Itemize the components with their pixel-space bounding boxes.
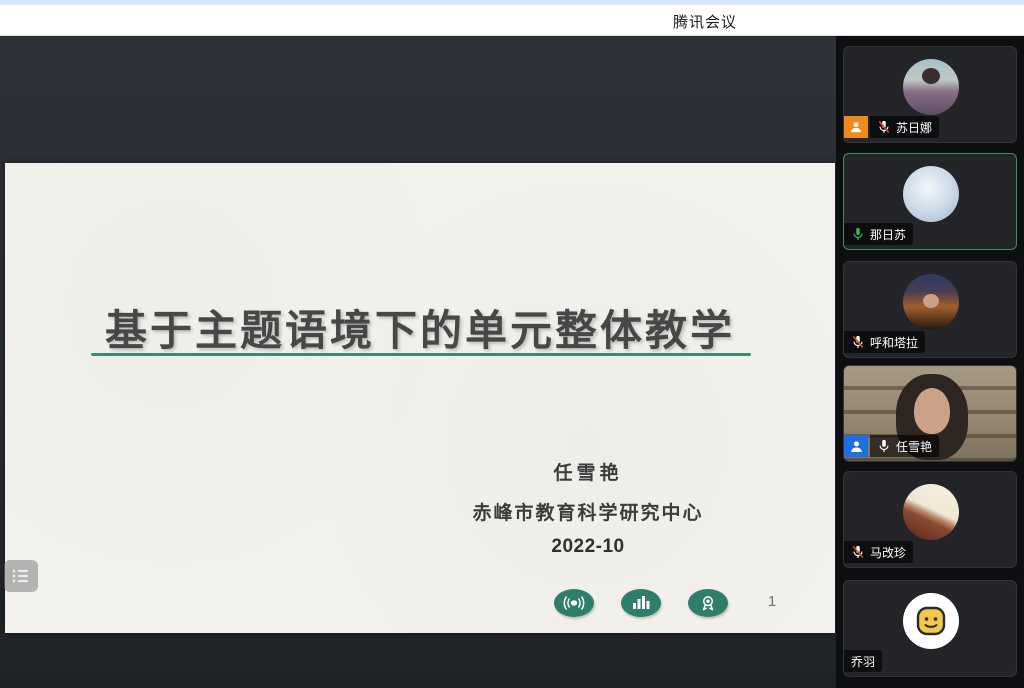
participant-name: 苏日娜 <box>896 119 932 136</box>
participant-tile[interactable]: 苏日娜 <box>843 46 1017 143</box>
participant-name: 乔羽 <box>851 653 875 670</box>
participant-name: 任雪艳 <box>896 438 932 455</box>
bar-chart-icon <box>621 589 661 617</box>
presenter-organization: 赤峰市教育科学研究中心 <box>457 498 719 525</box>
participant-nameplate: 马改珍 <box>844 541 913 563</box>
presentation-slide: 基于主题语境下的单元整体教学 任雪艳 赤峰市教育科学研究中心 2022-10 <box>5 163 835 633</box>
participant-nameplate: 任雪艳 <box>870 435 939 457</box>
participant-sidebar: 苏日娜 那日苏 <box>836 36 1024 688</box>
participant-nameplate: 呼和塔拉 <box>844 331 925 353</box>
participant-nameplate: 那日苏 <box>844 223 913 245</box>
participant-tile[interactable]: 乔羽 <box>843 580 1017 677</box>
avatar <box>903 274 959 330</box>
mic-muted-icon <box>877 120 891 134</box>
presenter-block: 任雪艳 赤峰市教育科学研究中心 2022-10 <box>457 458 719 558</box>
mic-speaking-icon <box>851 227 865 241</box>
participant-tile[interactable]: 那日苏 <box>843 153 1017 250</box>
broadcast-icon <box>554 589 594 617</box>
slide-title: 基于主题语境下的单元整体教学 <box>5 297 835 358</box>
participant-nameplate: 乔羽 <box>844 650 882 672</box>
participant-nameplate: 苏日娜 <box>870 116 939 138</box>
presenter-name: 任雪艳 <box>457 458 719 485</box>
medal-icon <box>688 589 728 617</box>
shared-screen-region: 基于主题语境下的单元整体教学 任雪艳 赤峰市教育科学研究中心 2022-10 <box>0 36 836 688</box>
avatar <box>903 166 959 222</box>
mic-muted-icon <box>851 545 865 559</box>
window-titlebar: 腾讯会议 <box>0 5 1024 36</box>
participant-tile[interactable]: 马改珍 <box>843 471 1017 568</box>
mic-muted-icon <box>851 335 865 349</box>
avatar-smiley-icon <box>903 593 959 649</box>
window-title: 腾讯会议 <box>645 11 765 32</box>
slide-footer-icons <box>554 589 728 617</box>
avatar <box>903 484 959 540</box>
slide-date: 2022-10 <box>457 536 719 558</box>
participant-tile[interactable]: 呼和塔拉 <box>843 261 1017 358</box>
participant-name: 呼和塔拉 <box>870 334 918 351</box>
participant-name: 那日苏 <box>870 226 906 243</box>
avatar <box>903 59 959 115</box>
meeting-window: 腾讯会议 基于主题语境下的单元整体教学 任雪艳 赤峰市教育科学研究中心 2022… <box>0 0 1024 688</box>
mic-on-icon <box>877 439 891 453</box>
host-person-icon <box>844 116 868 138</box>
participant-name: 马改珍 <box>870 544 906 561</box>
slide-list-toggle-button[interactable] <box>4 560 38 592</box>
slide-title-underline <box>91 353 751 356</box>
slide-page-number: 1 <box>757 593 787 610</box>
participant-tile[interactable]: 任雪艳 <box>843 365 1017 462</box>
sharing-person-icon <box>844 435 868 457</box>
